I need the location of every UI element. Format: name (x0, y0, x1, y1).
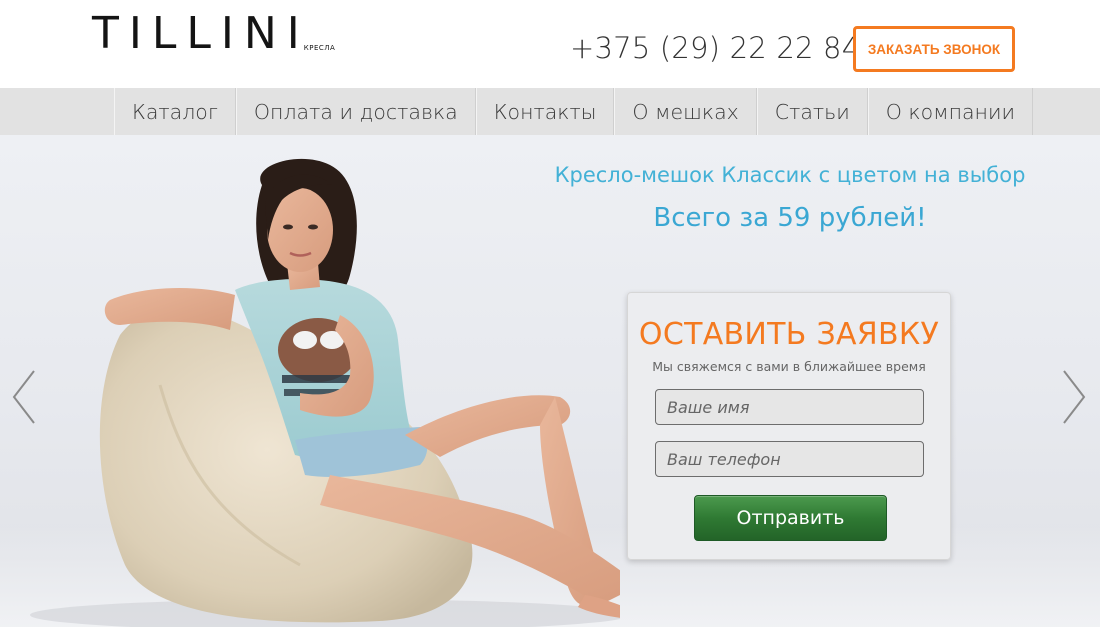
form-title: ОСТАВИТЬ ЗАЯВКУ (638, 317, 940, 352)
nav-item-articles[interactable]: Статьи (756, 88, 868, 135)
main-nav: Каталог Оплата и доставка Контакты О меш… (0, 88, 1100, 135)
submit-button[interactable]: Отправить (694, 495, 887, 541)
site-header: TILLINI КРЕСЛА +375 (29) 22 22 843 ЗАКАЗ… (0, 0, 1100, 88)
name-input[interactable] (655, 389, 924, 425)
logo[interactable]: TILLINI КРЕСЛА (92, 12, 335, 56)
chevron-right-icon[interactable] (1060, 367, 1090, 427)
nav-items: Каталог Оплата и доставка Контакты О меш… (114, 88, 1033, 135)
nav-item-contacts[interactable]: Контакты (475, 88, 615, 135)
request-form: ОСТАВИТЬ ЗАЯВКУ Мы свяжемся с вами в бли… (627, 292, 951, 560)
nav-item-payment-delivery[interactable]: Оплата и доставка (235, 88, 476, 135)
phone-number[interactable]: +375 (29) 22 22 843 (570, 30, 879, 66)
promo-price: Всего за 59 рублей! (653, 203, 927, 233)
form-subtitle: Мы свяжемся с вами в ближайшее время (652, 359, 926, 374)
nav-item-catalog[interactable]: Каталог (114, 88, 236, 135)
promo-headline: Кресло-мешок Классик с цветом на выбор (554, 163, 1026, 187)
phone-input[interactable] (655, 441, 924, 477)
order-call-button[interactable]: ЗАКАЗАТЬ ЗВОНОК (853, 26, 1015, 72)
hero-slider: Кресло-мешок Классик с цветом на выбор В… (0, 135, 1100, 627)
chevron-left-icon[interactable] (8, 367, 38, 427)
nav-item-about-bags[interactable]: О мешках (614, 88, 757, 135)
logo-text: TILLINI (92, 8, 310, 59)
nav-item-about-company[interactable]: О компании (867, 88, 1033, 135)
logo-subtitle: КРЕСЛА (303, 44, 336, 52)
